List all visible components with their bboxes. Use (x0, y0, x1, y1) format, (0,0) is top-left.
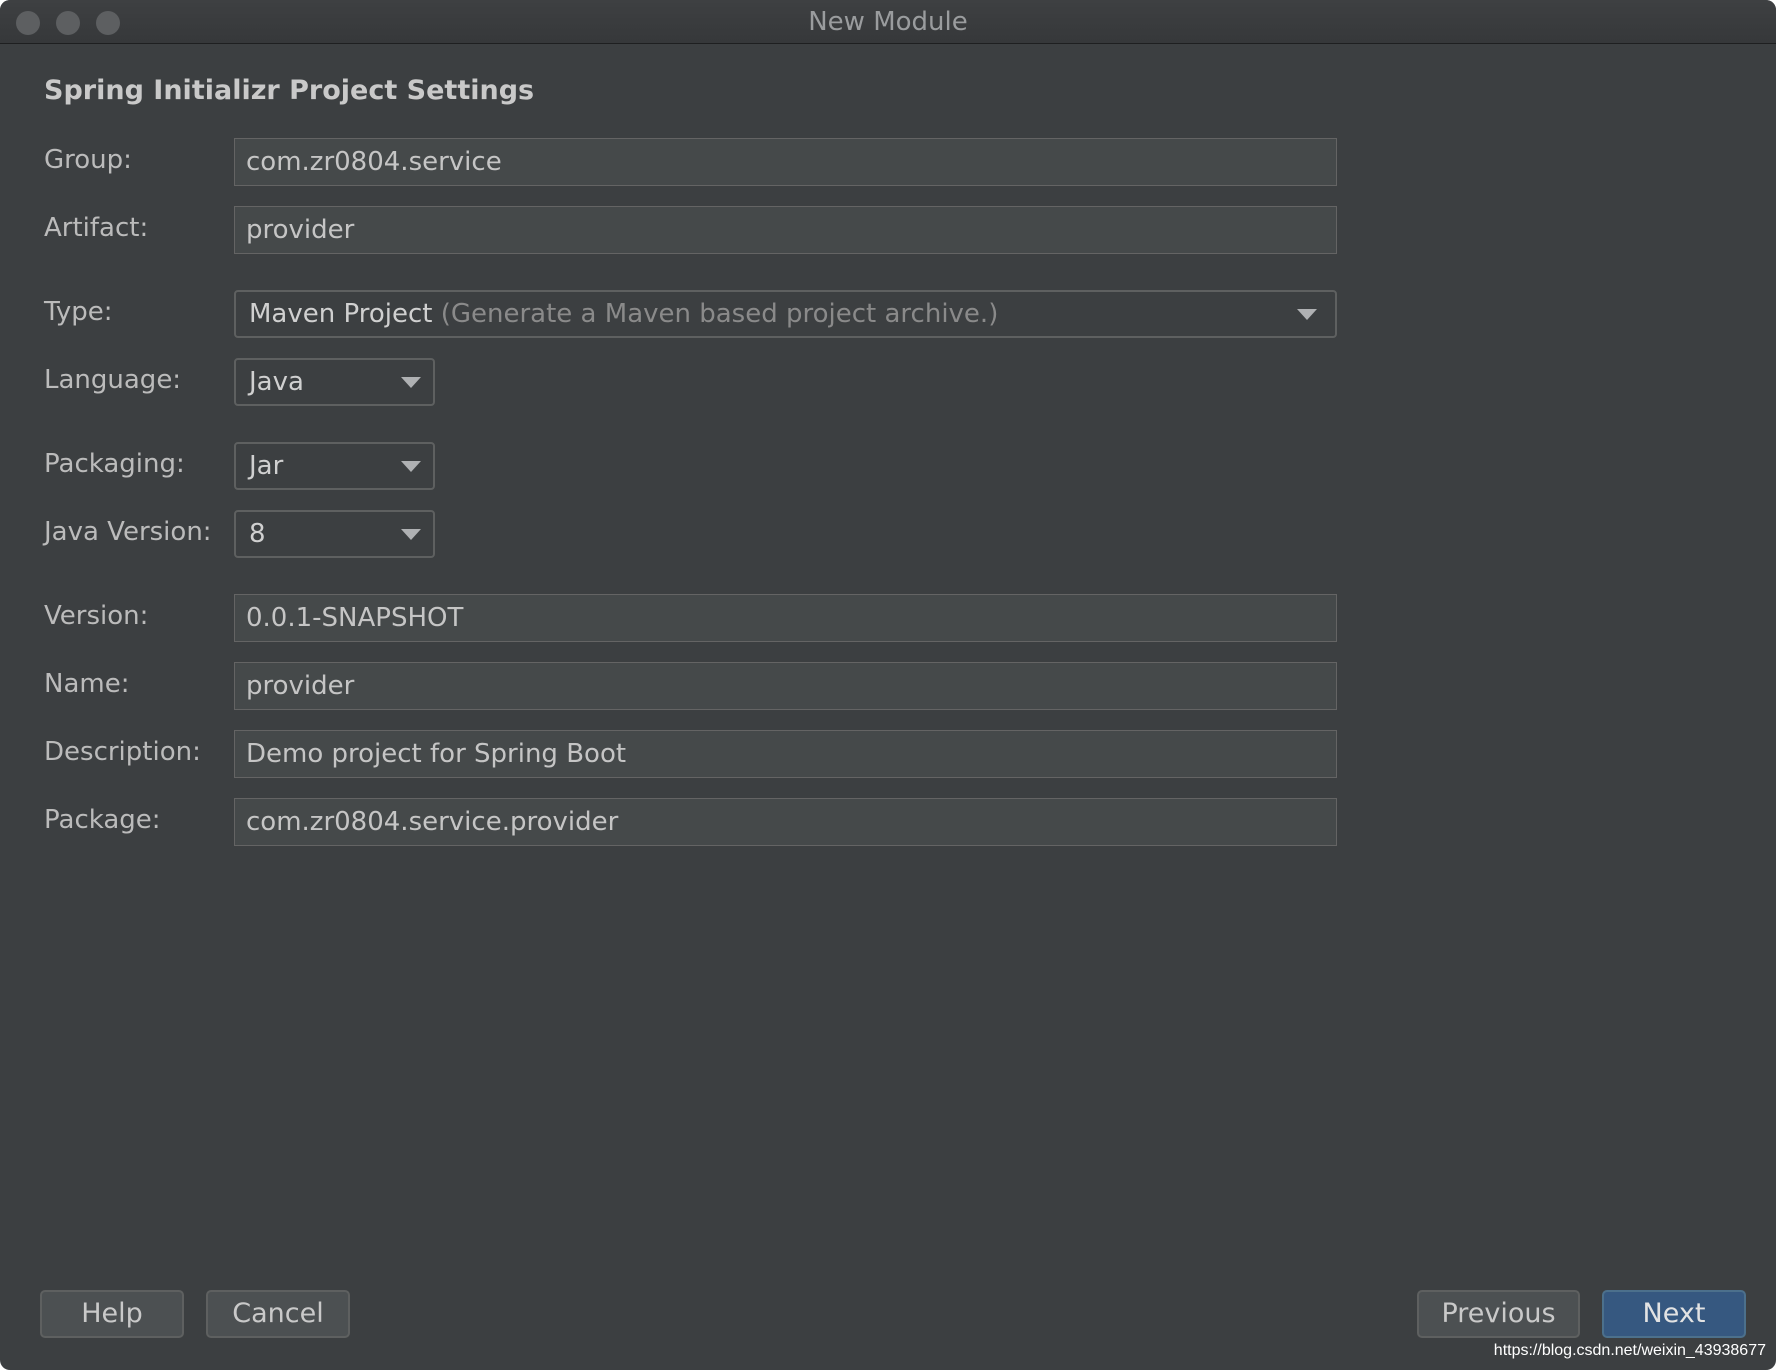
language-select-value: Java (249, 367, 304, 397)
watermark-text: https://blog.csdn.net/weixin_43938677 (1493, 1342, 1766, 1359)
packaging-label: Packaging: (44, 449, 185, 479)
previous-button[interactable]: Previous (1417, 1290, 1580, 1338)
description-field[interactable]: Demo project for Spring Boot (234, 730, 1337, 778)
cancel-button[interactable]: Cancel (206, 1290, 350, 1338)
package-field[interactable]: com.zr0804.service.provider (234, 798, 1337, 846)
next-button[interactable]: Next (1602, 1290, 1746, 1338)
packaging-select[interactable]: Jar (234, 442, 435, 490)
window-title: New Module (808, 7, 968, 37)
type-label: Type: (44, 297, 113, 327)
artifact-field[interactable]: provider (234, 206, 1337, 254)
chevron-down-icon (1297, 309, 1317, 320)
section-title: Spring Initializr Project Settings (44, 75, 535, 106)
type-select-value: Maven Project (249, 299, 433, 329)
type-select[interactable]: Maven Project (Generate a Maven based pr… (234, 290, 1337, 338)
package-label: Package: (44, 805, 161, 835)
packaging-select-value: Jar (249, 451, 284, 481)
help-button[interactable]: Help (40, 1290, 184, 1338)
language-label: Language: (44, 365, 182, 395)
name-label: Name: (44, 669, 130, 699)
type-select-hint: (Generate a Maven based project archive.… (440, 299, 999, 329)
group-field[interactable]: com.zr0804.service (234, 138, 1337, 186)
description-label: Description: (44, 737, 201, 767)
new-module-dialog: New Module Spring Initializr Project Set… (0, 0, 1776, 1370)
version-label: Version: (44, 601, 149, 631)
chevron-down-icon (401, 377, 421, 388)
name-field[interactable]: provider (234, 662, 1337, 710)
chevron-down-icon (401, 461, 421, 472)
artifact-label: Artifact: (44, 213, 149, 243)
language-select[interactable]: Java (234, 358, 435, 406)
java-version-label: Java Version: (44, 517, 212, 547)
chevron-down-icon (401, 529, 421, 540)
java-version-select[interactable]: 8 (234, 510, 435, 558)
java-version-select-value: 8 (249, 519, 266, 549)
group-label: Group: (44, 145, 132, 175)
title-bar: New Module (0, 0, 1776, 44)
version-field[interactable]: 0.0.1-SNAPSHOT (234, 594, 1337, 642)
